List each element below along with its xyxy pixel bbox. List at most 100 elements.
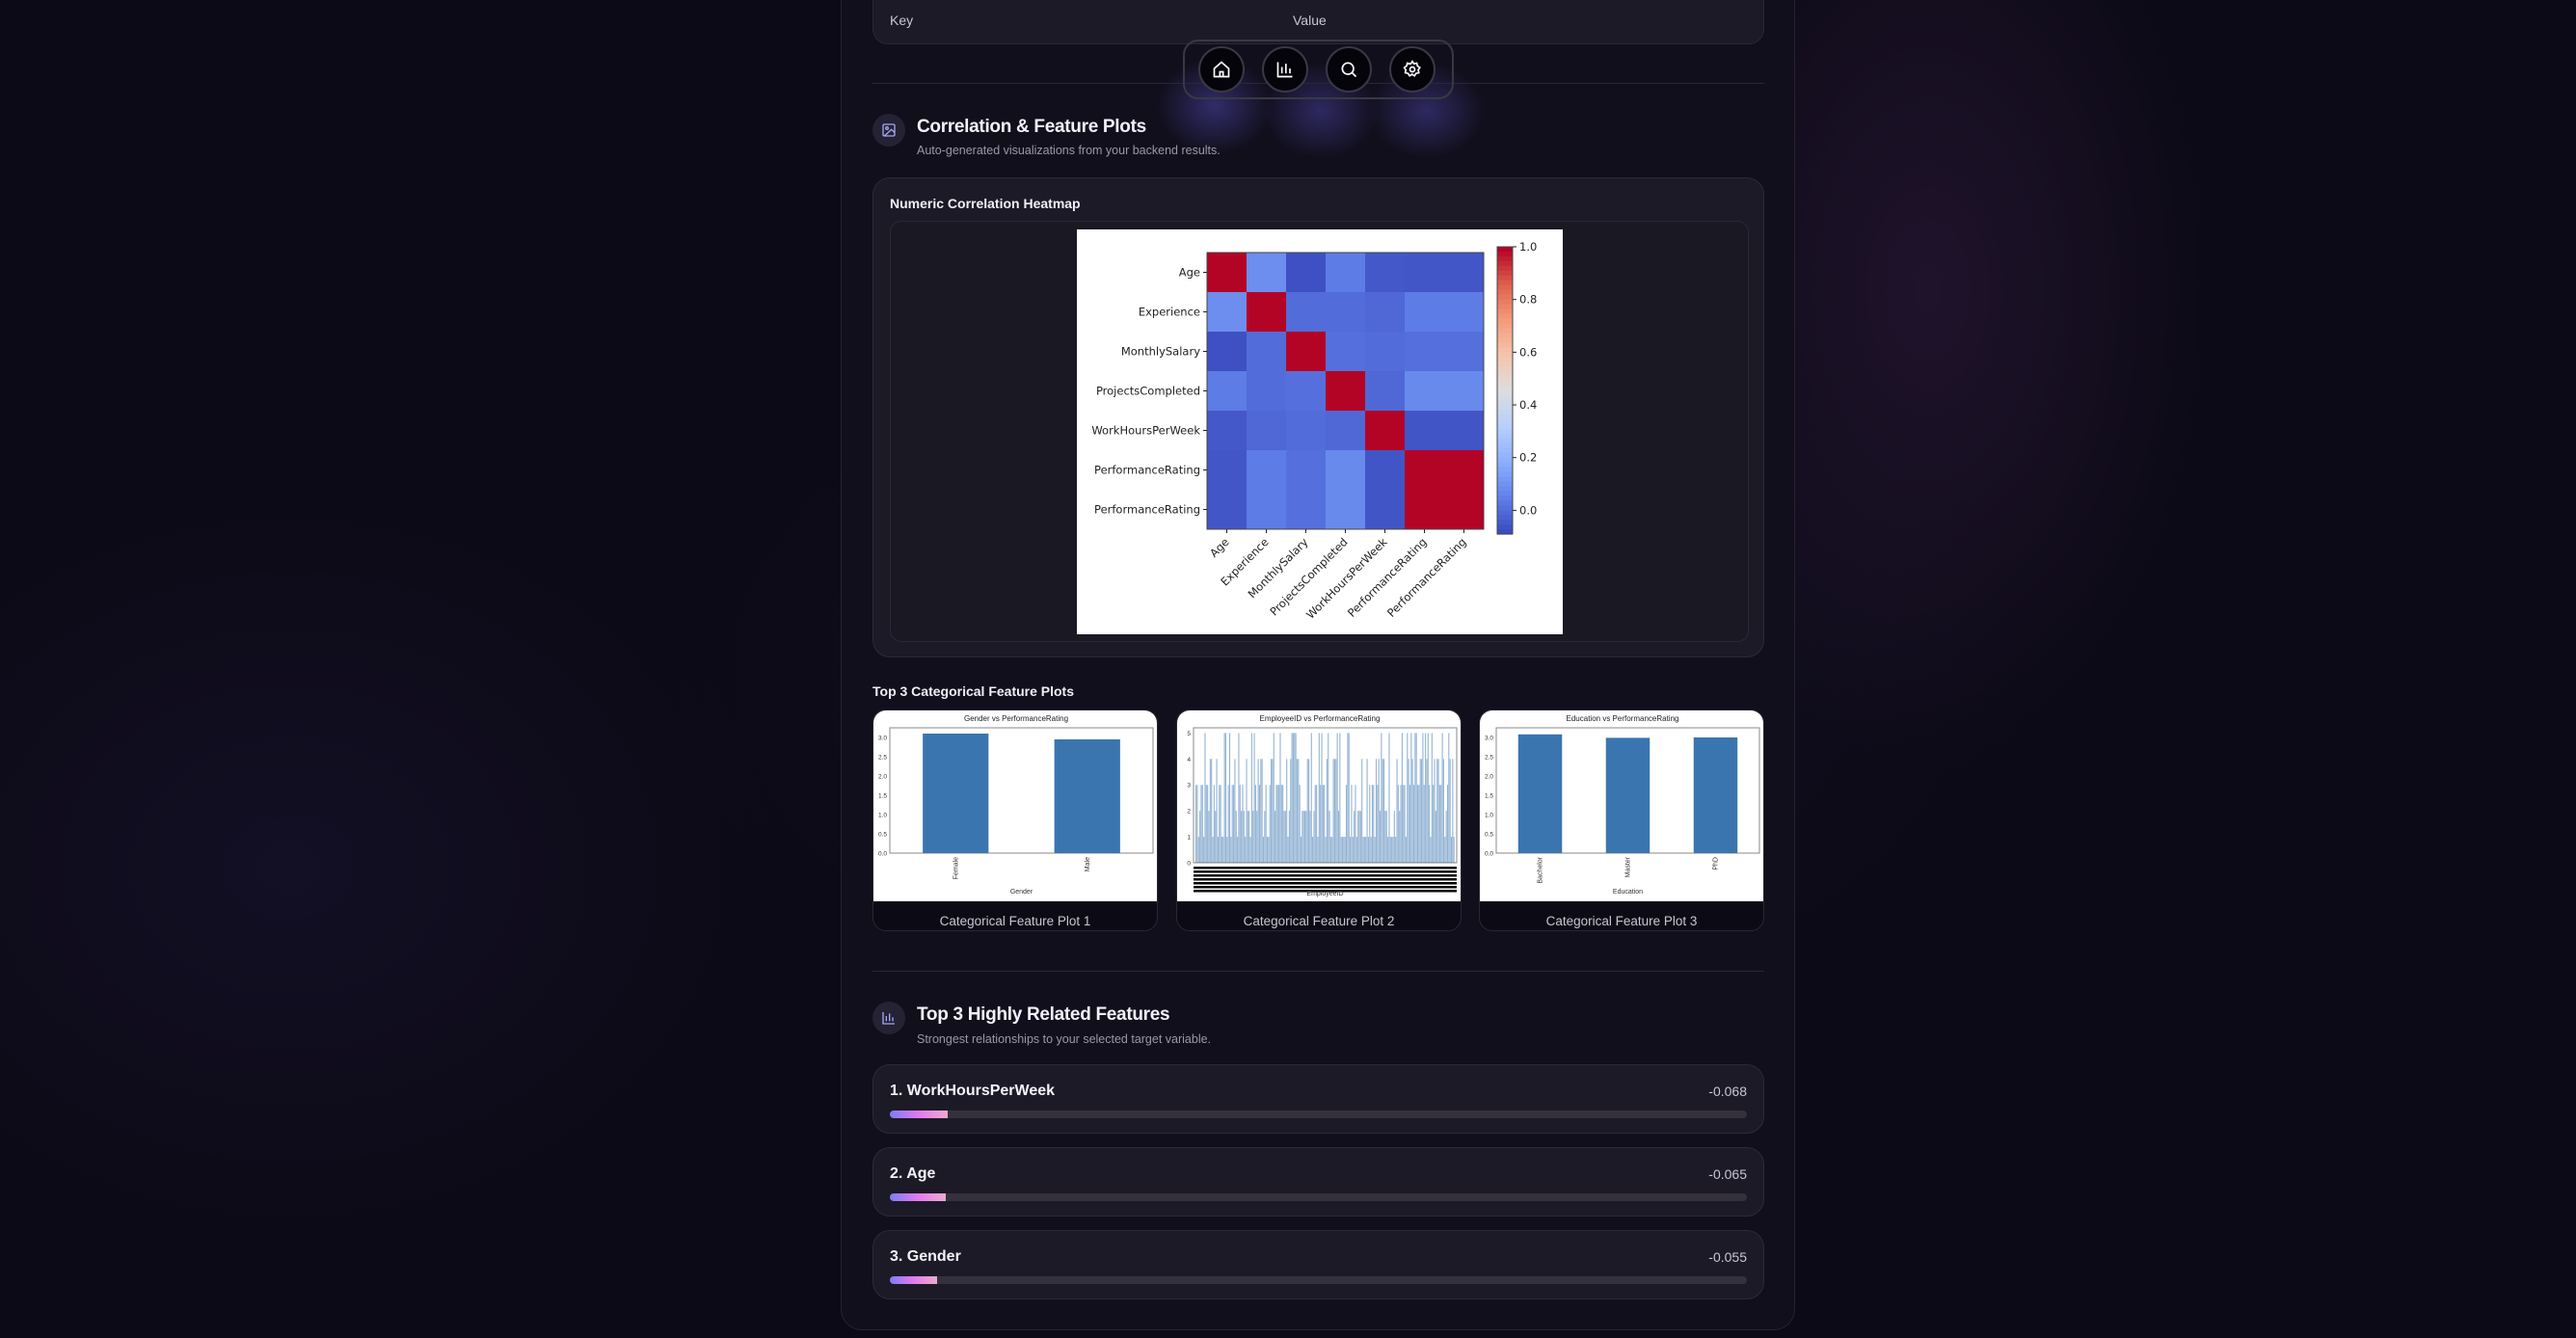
bar <box>1348 733 1350 863</box>
bar <box>1377 785 1379 863</box>
colorbar-segment <box>1497 328 1513 334</box>
bar <box>1312 837 1314 863</box>
y-tick-label: 2.5 <box>1485 755 1493 762</box>
bar <box>1332 759 1334 863</box>
bar <box>1305 811 1307 863</box>
colorbar-segment <box>1497 381 1513 387</box>
bar <box>1321 733 1323 863</box>
bar <box>1341 837 1344 863</box>
divider <box>872 971 1764 972</box>
colorbar-segment <box>1497 394 1513 401</box>
bar <box>1288 811 1290 863</box>
heatmap-cell <box>1326 292 1366 333</box>
bar <box>1197 837 1199 863</box>
heatmap-cell <box>1207 253 1248 293</box>
y-tick-label: 1.5 <box>1485 793 1493 800</box>
colorbar-segment <box>1497 428 1513 435</box>
feature-item-1: 1. WorkHoursPerWeek -0.068 <box>872 1064 1764 1134</box>
bar <box>1441 733 1443 863</box>
feature-strength-bar <box>890 1276 1747 1284</box>
heatmap-cell <box>1286 332 1327 372</box>
bar <box>1346 785 1348 863</box>
bar <box>1387 837 1389 863</box>
y-tick-label: 3.0 <box>1485 736 1493 742</box>
y-tick-label: 2.0 <box>878 774 887 781</box>
heatmap-cell <box>1207 450 1248 491</box>
bar <box>1241 811 1243 863</box>
bar <box>1325 837 1327 863</box>
categorical-plots-title: Top 3 Categorical Feature Plots <box>872 683 1075 699</box>
bar <box>1357 811 1359 863</box>
x-tick-labels <box>1194 870 1457 873</box>
feature-strength-bar <box>890 1111 1747 1118</box>
heatmap-cell <box>1247 411 1287 451</box>
bar <box>1316 785 1318 863</box>
nav-home-button[interactable] <box>1198 46 1245 93</box>
x-tick-labels <box>1194 867 1457 870</box>
categorical-plot-card-1[interactable]: Gender vs PerformanceRating 0.0 0.5 1.0 1.5 2… <box>872 709 1158 931</box>
y-tick-label: 2 <box>1187 809 1191 816</box>
bar <box>1359 811 1361 863</box>
bar <box>1354 811 1355 863</box>
colorbar-segment <box>1497 433 1513 440</box>
bar <box>1385 811 1387 863</box>
heatmap-cell <box>1444 490 1485 530</box>
bar <box>1393 811 1395 863</box>
heatmap-cell <box>1444 292 1485 333</box>
nav-search-button[interactable] <box>1326 46 1372 93</box>
bar <box>1286 759 1288 863</box>
bar <box>1269 785 1271 863</box>
feature-score: -0.055 <box>1708 1249 1747 1265</box>
y-tick-label: Age <box>1179 266 1200 280</box>
colorbar-segment <box>1497 299 1513 306</box>
colorbar-segment <box>1497 386 1513 391</box>
bar <box>1054 739 1120 853</box>
x-axis-label: Education <box>1613 889 1643 896</box>
bar <box>1446 785 1449 863</box>
bar <box>1331 837 1333 863</box>
colorbar-segment <box>1497 390 1513 396</box>
nav-charts-button[interactable] <box>1262 46 1308 93</box>
colorbar-segment <box>1497 404 1513 411</box>
heatmap-cell <box>1207 292 1248 333</box>
feature-item-3: 3. Gender -0.055 <box>872 1230 1764 1299</box>
bar <box>1693 737 1738 853</box>
nav-settings-button[interactable] <box>1389 46 1436 93</box>
categorical-plot-card-3[interactable]: Education vs PerformanceRating 0.0 0.5 1.0 1… <box>1479 709 1764 931</box>
bar <box>1405 837 1407 863</box>
bar <box>1291 733 1293 863</box>
y-tick-label: Experience <box>1139 306 1200 319</box>
bar <box>1208 811 1210 863</box>
bar <box>1217 837 1219 863</box>
y-tick-label: 0.5 <box>1485 832 1493 839</box>
bar <box>1248 811 1250 863</box>
bar <box>1347 733 1349 863</box>
gear-icon <box>1403 60 1421 77</box>
bar <box>1375 759 1378 863</box>
bar <box>1440 785 1442 863</box>
bar <box>1391 837 1393 863</box>
bar <box>1207 785 1209 863</box>
bar <box>1275 785 1277 863</box>
nav-dock <box>1183 40 1454 99</box>
home-icon <box>1213 61 1230 78</box>
feature-strength-fill <box>890 1111 949 1118</box>
colorbar-segment <box>1497 438 1513 444</box>
colorbar-segment <box>1497 510 1513 516</box>
bar <box>1213 785 1215 863</box>
x-axis-label: EmployeeID <box>1306 891 1343 897</box>
colorbar-segment <box>1497 462 1513 468</box>
bar <box>1205 785 1207 863</box>
categorical-plot-card-2[interactable]: EmployeeID vs PerformanceRating 0 1 2 3 4 5 Emp… <box>1176 709 1462 931</box>
heatmap-cell <box>1247 490 1287 530</box>
y-tick-label: 5 <box>1187 731 1191 737</box>
bar <box>1427 733 1429 863</box>
colorbar-segment <box>1497 323 1513 330</box>
colorbar-segment <box>1497 520 1513 525</box>
colorbar-segment <box>1497 524 1513 530</box>
y-tick-label: 0.0 <box>1485 851 1493 858</box>
heatmap-cell <box>1247 292 1287 333</box>
bar <box>1351 785 1353 863</box>
colorbar-segment <box>1497 491 1513 496</box>
results-table-header: Key Value <box>872 0 1764 44</box>
